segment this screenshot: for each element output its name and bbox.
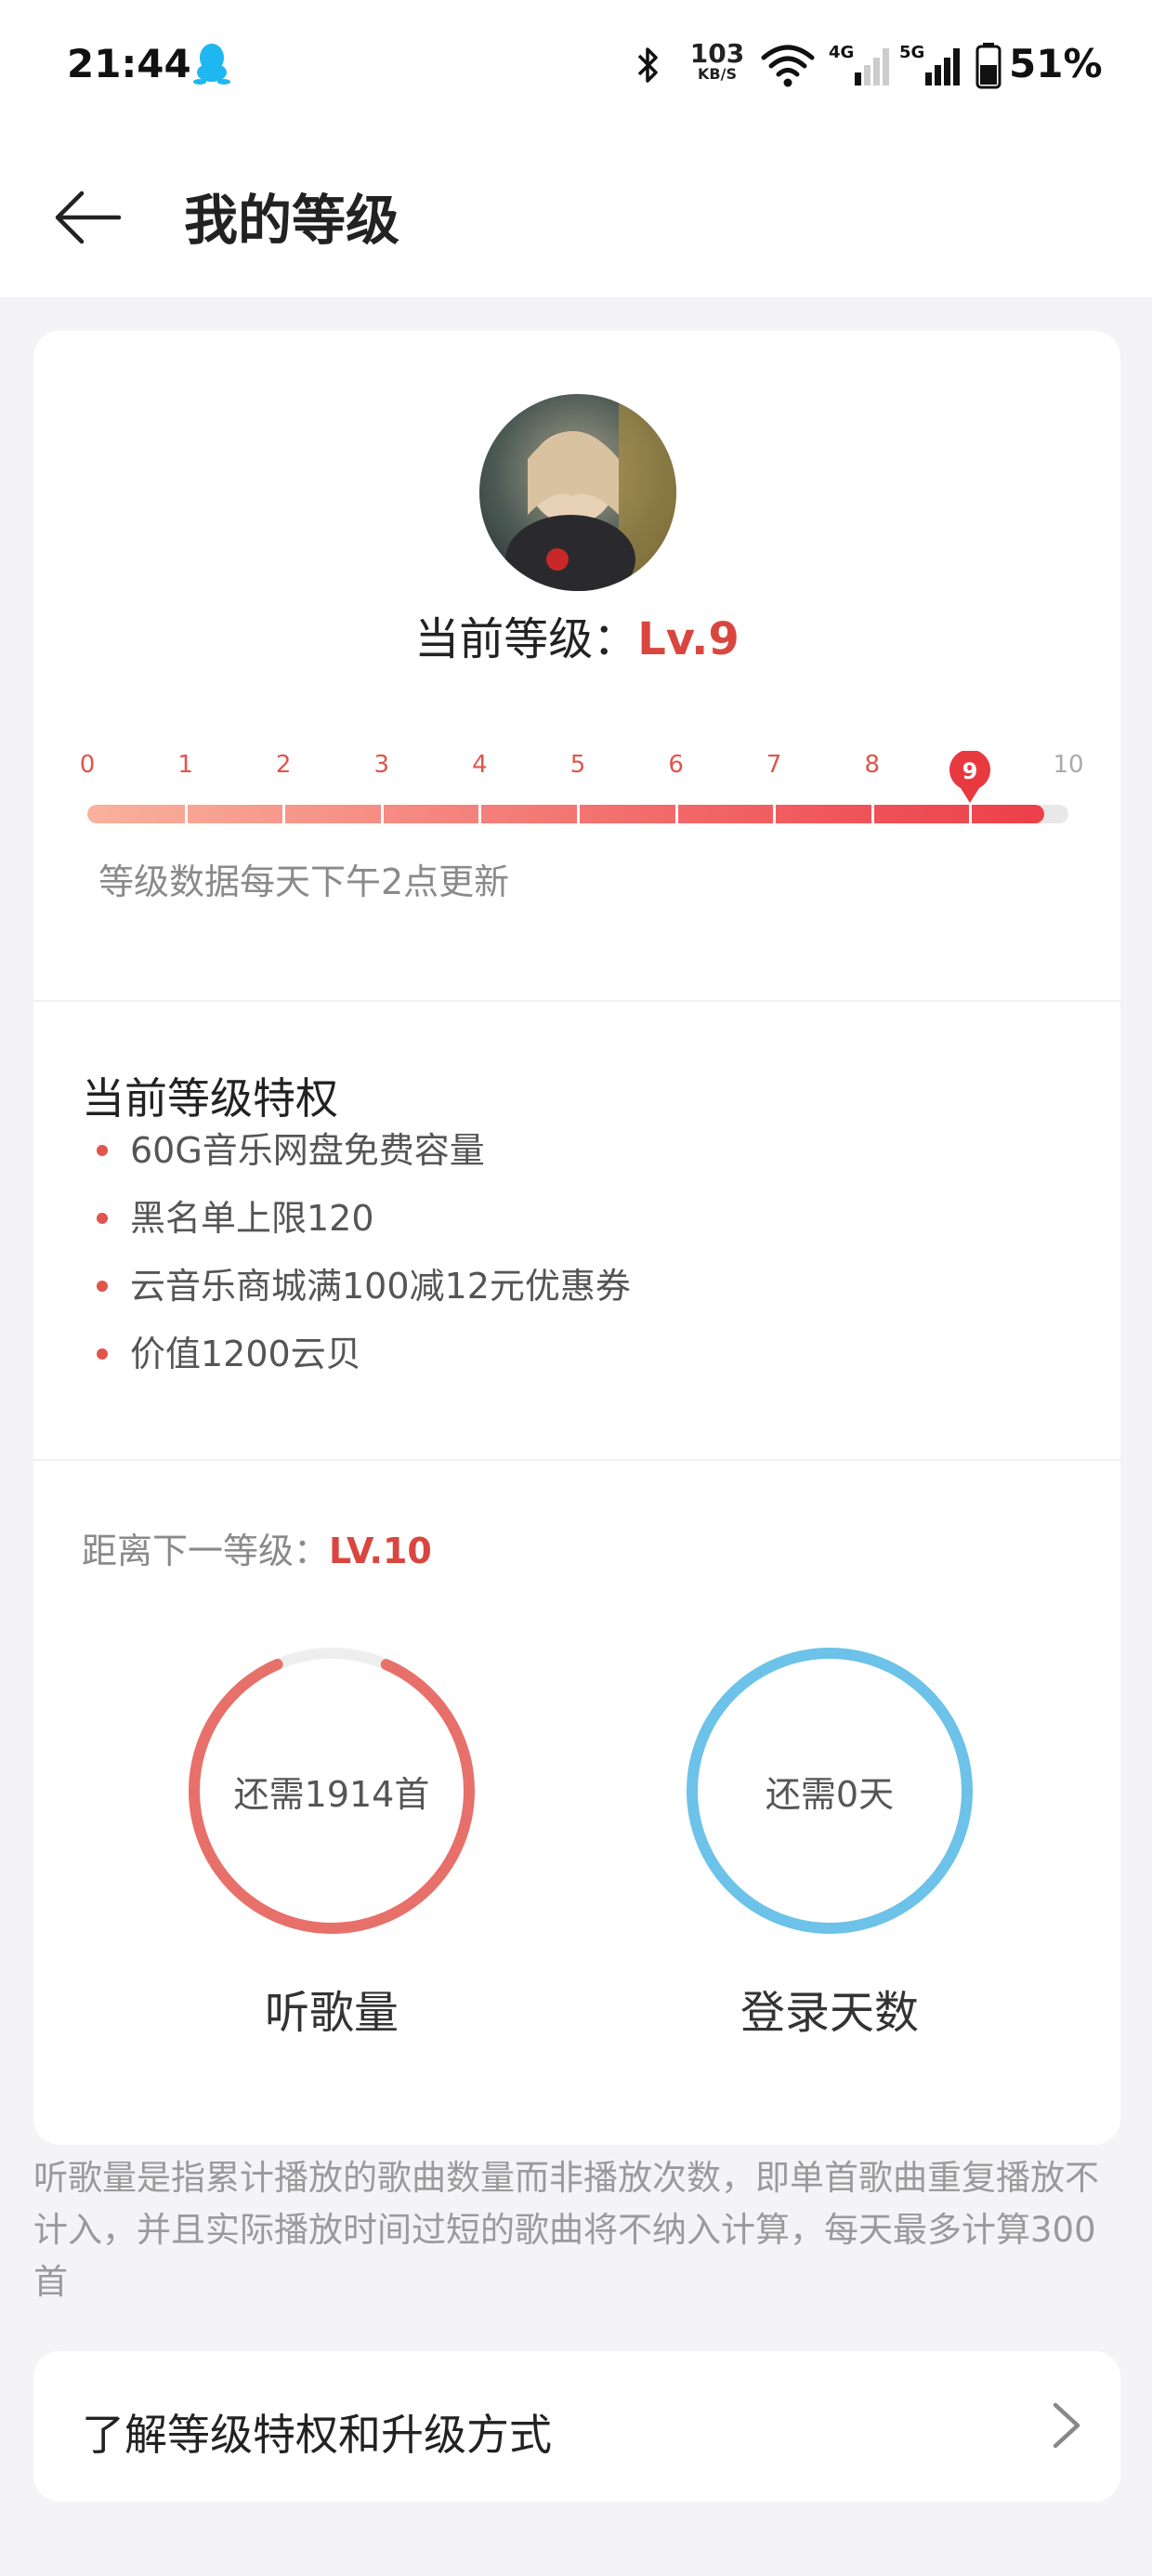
update-note: 等级数据每天下午2点更新 [98,861,510,902]
privilege-item: 黑名单上限120 [97,1196,631,1264]
chevron-right-icon [1053,2402,1080,2449]
level-tick-1: 1 [177,751,193,779]
privilege-item: 价值1200云贝 [97,1332,631,1400]
level-card: 当前等级：Lv.9 012345678910 9 等级数据每天下午2点更新 当前… [33,331,1120,2145]
divider [33,1459,1120,1461]
privilege-text: 云音乐商城满100减12元优惠券 [130,1266,631,1307]
level-tick-6: 6 [668,751,684,779]
bullet-icon [97,1145,108,1156]
current-level: 当前等级：Lv.9 [33,602,1120,667]
level-segment-divider [969,805,973,823]
login-days-label: 登录天数 [740,1987,919,2039]
level-segment-divider [674,805,678,823]
network-speed-unit: KB/S [698,65,737,83]
level-segment-divider [282,805,286,823]
qq-icon [193,44,230,85]
signal-5g-icon: 5G [899,41,961,89]
page-title: 我的等级 [184,189,400,252]
learn-more-link[interactable]: 了解等级特权和升级方式 [33,2351,1120,2502]
page-header: 我的等级 [0,138,1152,297]
privilege-text: 60G音乐网盘免费容量 [130,1130,485,1171]
level-segment-divider [871,805,874,823]
bluetooth-icon [637,47,658,83]
listen-count-ring: 还需1914首 [184,1643,479,1939]
level-tick-10: 10 [1053,751,1084,779]
listen-count-footnote: 听歌量是指累计播放的歌曲数量而非播放次数，即单首歌曲重复播放不计入，并且实际播放… [33,2158,1099,2302]
bullet-icon [97,1348,108,1360]
current-level-label: 当前等级： [414,613,638,665]
network-speed-value: 103 [689,38,745,69]
level-progress-fill [87,805,1044,823]
level-tick-4: 4 [472,751,488,779]
divider [33,1000,1120,1002]
back-arrow-icon[interactable] [48,180,126,255]
learn-more-label: 了解等级特权和升级方式 [82,2410,552,2460]
level-segment-divider [773,805,777,823]
level-segment-divider [577,805,580,823]
signal-5g-label: 5G [899,43,924,62]
level-tick-0: 0 [79,751,96,779]
listen-count-label: 听歌量 [264,1987,399,2039]
battery-percent: 51% [1009,41,1103,86]
login-days-ring: 还需0天 [682,1643,977,1939]
level-segment-divider [380,805,384,823]
level-segment-divider [478,805,482,823]
next-level-value: LV.10 [329,1531,432,1571]
privilege-text: 价值1200云贝 [130,1334,361,1374]
privilege-text: 黑名单上限120 [130,1198,374,1239]
wifi-icon [761,45,815,87]
privilege-item: 云音乐商城满100减12元优惠券 [97,1264,631,1332]
current-level-value: Lv.9 [637,613,740,665]
privileges-title: 当前等级特权 [82,1073,338,1124]
privileges-list: 60G音乐网盘免费容量 黑名单上限120 云音乐商城满100减12元优惠券 价值… [97,1128,631,1400]
network-speed: 103 KB/S [689,41,745,82]
signal-4g-label: 4G [829,43,854,62]
status-time: 21:44 [67,41,191,86]
battery-icon [975,43,1001,89]
level-tick-2: 2 [275,751,292,779]
current-level-marker-number: 9 [962,758,978,784]
level-segment-divider [184,805,188,823]
privilege-item: 60G音乐网盘免费容量 [97,1128,631,1196]
login-days-remaining: 还需0天 [765,1773,895,1815]
avatar[interactable] [479,394,676,591]
signal-4g-icon: 4G [829,41,890,89]
bullet-icon [97,1281,108,1292]
level-tick-7: 7 [766,751,782,779]
level-tick-3: 3 [373,751,390,779]
level-tick-5: 5 [569,751,586,779]
listen-count-remaining: 还需1914首 [233,1773,430,1815]
bullet-icon [97,1213,108,1224]
level-tick-8: 8 [864,751,881,779]
next-level-label: 距离下一等级： [82,1531,330,1571]
next-level: 距离下一等级：LV.10 [82,1522,432,1573]
current-level-marker: 9 [949,751,991,803]
status-bar: 21:44 103 KB/S 4G 5G 51% [0,0,1152,138]
